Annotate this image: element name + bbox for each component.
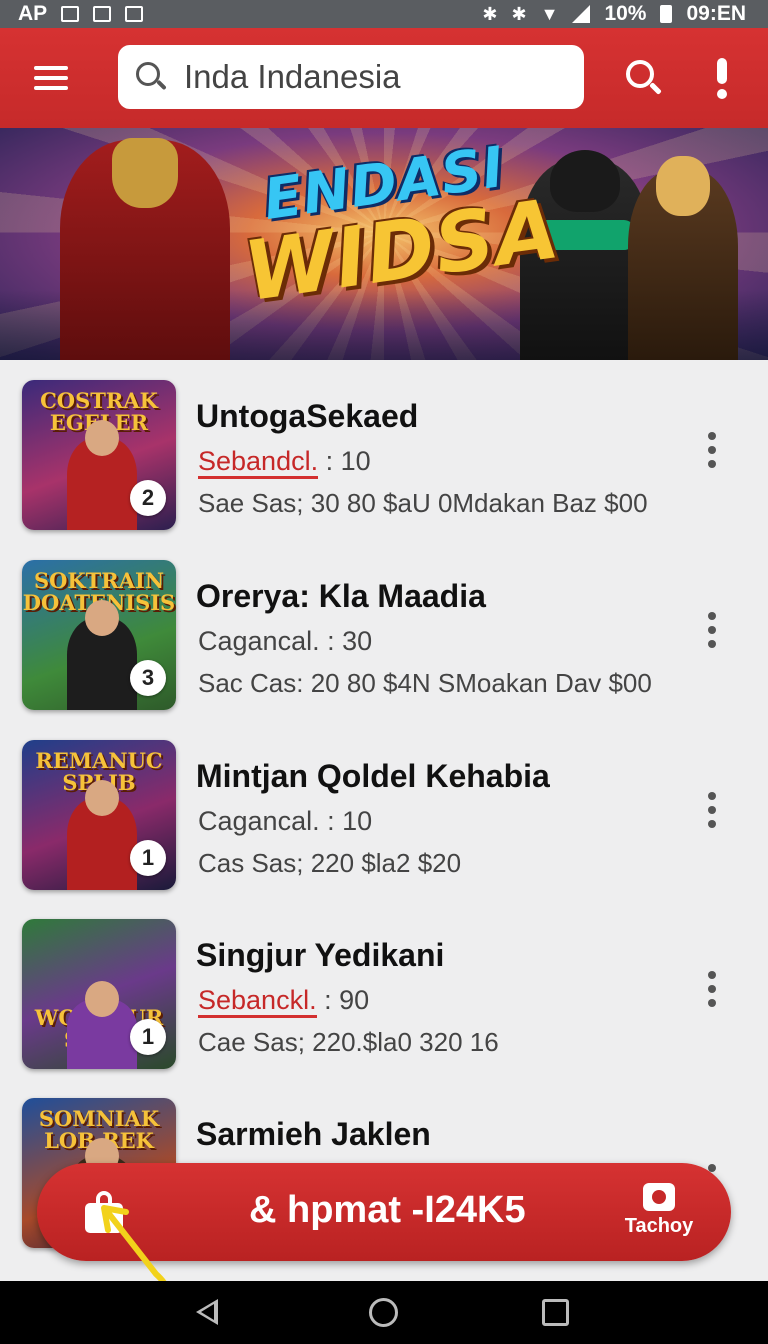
tachoy-button[interactable]: Tachoy	[623, 1183, 695, 1238]
signal-icon	[572, 5, 591, 23]
item-meta: Sae Sas; 30 80 $aU 0Mdakan Baz $00	[198, 488, 648, 518]
thumbnail-character	[67, 981, 137, 1069]
rank-badge: 1	[130, 840, 166, 876]
tachoy-label: Tachoy	[624, 1215, 694, 1237]
app-notification-icon	[125, 6, 144, 22]
vibrate-icon: ✱	[511, 3, 527, 24]
item-title[interactable]: UntogaSekaed	[196, 398, 418, 435]
item-subtitle: Cagancal. : 10	[198, 806, 372, 837]
thumbnail-character	[67, 420, 137, 530]
more-options-icon[interactable]	[700, 612, 724, 652]
item-subtitle: Cagancal. : 30	[198, 626, 372, 657]
list-item[interactable]: COSTRAK EGELER 2 UntogaSekaed Sebandcl. …	[0, 360, 768, 530]
status-bar: AP ✱ ✱ ▼ 10% 09:EN	[0, 0, 768, 28]
item-subtitle-label[interactable]: Sebanckl.	[198, 985, 317, 1018]
item-subtitle-value: : 10	[318, 446, 371, 476]
item-subtitle: Sebandcl. : 10	[198, 446, 371, 479]
app-header: Inda Indanesia	[0, 28, 768, 128]
mute-icon: ✱	[482, 3, 498, 24]
wifi-icon: ▼	[540, 3, 559, 24]
download-notification-icon	[93, 6, 112, 22]
item-subtitle-value: : 10	[319, 806, 373, 836]
item-meta: Cae Sas; 220.$la0 320 16	[198, 1027, 499, 1057]
more-options-icon[interactable]	[700, 792, 724, 832]
rank-badge: 3	[130, 660, 166, 696]
item-subtitle-value: : 90	[316, 985, 370, 1015]
game-thumbnail[interactable]: REMANUC SPLIB 1	[22, 740, 176, 890]
status-left-text: AP	[18, 2, 48, 25]
game-thumbnail[interactable]: SOKTRAIN DOATENISIS 3	[22, 560, 176, 710]
item-title[interactable]: Sarmieh Jaklen	[196, 1116, 431, 1153]
item-title[interactable]: Singjur Yedikani	[196, 937, 444, 974]
home-icon[interactable]	[369, 1298, 398, 1327]
item-subtitle: Sebanckl. : 90	[198, 985, 370, 1018]
alert-icon[interactable]	[708, 58, 736, 102]
list-item[interactable]: REMANUC SPLIB 1 Mintjan Qoldel Kehabia C…	[0, 720, 768, 890]
item-title[interactable]: Mintjan Qoldel Kehabia	[196, 758, 550, 795]
system-nav-bar	[0, 1281, 768, 1344]
item-subtitle-label: Cagancal.	[198, 626, 320, 656]
game-thumbnail[interactable]: COSTRAK EGELER 2	[22, 380, 176, 530]
list-item[interactable]: SOKTRAIN DOATENISIS 3 Orerya: Kla Maadia…	[0, 540, 768, 710]
clock: 09:EN	[686, 2, 746, 25]
action-bar-text[interactable]: & hpmat -I24K5	[249, 1189, 526, 1232]
more-options-icon[interactable]	[700, 432, 724, 472]
item-subtitle-label[interactable]: Sebandcl.	[198, 446, 319, 479]
more-options-icon[interactable]	[700, 971, 724, 1011]
promo-banner[interactable]: ENDASI WIDSA	[0, 128, 768, 360]
status-right: ✱ ✱ ▼ 10% 09:EN	[482, 2, 746, 26]
search-icon	[134, 60, 168, 94]
banner-hero-red-knight	[60, 138, 230, 360]
banner-hero-blond	[628, 156, 738, 360]
header-search-icon[interactable]	[624, 58, 664, 98]
item-meta: Cas Sas; 220 $la2 $20	[198, 848, 462, 878]
search-input[interactable]: Inda Indanesia	[118, 45, 584, 109]
thumbnail-character	[67, 600, 137, 710]
camera-icon	[643, 1183, 675, 1211]
item-subtitle-value: : 30	[319, 626, 373, 656]
item-meta: Sac Cas: 20 80 $4N SMoakan Dav $00	[198, 668, 652, 698]
game-thumbnail[interactable]: WOENTUR SOCH 1	[22, 919, 176, 1069]
back-icon[interactable]	[196, 1299, 218, 1325]
battery-percent: 10%	[604, 2, 647, 25]
search-query[interactable]: Inda Indanesia	[184, 58, 401, 96]
item-subtitle-label: Cagancal.	[198, 806, 320, 836]
thumbnail-character	[67, 780, 137, 890]
gallery-notification-icon	[61, 6, 80, 22]
status-left: AP	[18, 2, 144, 26]
battery-icon	[660, 5, 673, 23]
recent-apps-icon[interactable]	[542, 1299, 569, 1326]
list-item[interactable]: WOENTUR SOCH 1 Singjur Yedikani Sebanckl…	[0, 899, 768, 1069]
item-title[interactable]: Orerya: Kla Maadia	[196, 578, 486, 615]
rank-badge: 1	[130, 1019, 166, 1055]
rank-badge: 2	[130, 480, 166, 516]
menu-icon[interactable]	[34, 66, 68, 90]
